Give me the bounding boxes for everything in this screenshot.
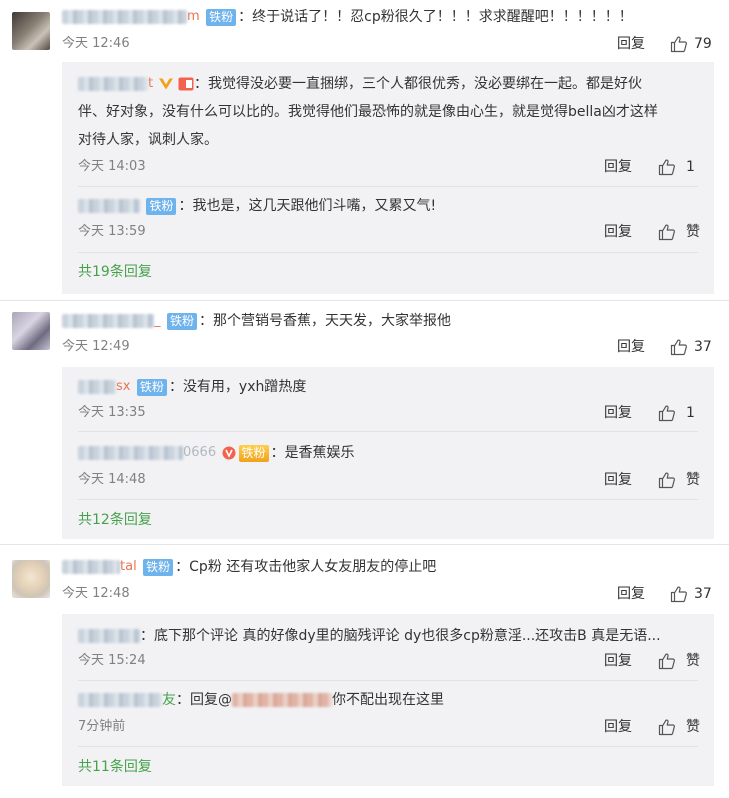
reply-text: t ：我觉得没必要一直捆绑，三个人都很优秀，没必要绑在一起。都是好伙	[78, 72, 700, 96]
username-blurred[interactable]	[78, 199, 140, 213]
like-button[interactable]: 37	[670, 337, 712, 357]
reply-text: 友：回复@ 你不配出现在这里	[78, 688, 700, 712]
username-tail[interactable]: 友	[162, 692, 176, 708]
like-count: 1	[686, 405, 695, 421]
reply-text-cont: 伴、好对象，没有什么可以比的。我觉得他们最恐怖的就是像由心生，就是觉得bella…	[78, 104, 658, 120]
username-blurred[interactable]	[78, 380, 116, 394]
reply-time: 7分钟前	[78, 719, 126, 734]
more-replies-link[interactable]: 共12条回复	[78, 510, 152, 530]
reply-time: 今天 13:35	[78, 405, 146, 420]
avatar[interactable]	[12, 560, 50, 598]
reply-text: ：底下那个评论 真的好像dy里的脑残评论 dy也很多cp粉意淫...还攻击B 真…	[78, 624, 700, 648]
divider	[78, 680, 698, 681]
reply-button[interactable]: 回复	[604, 157, 632, 177]
divider	[78, 252, 698, 253]
reply-button[interactable]: 回复	[604, 470, 632, 490]
comment-text: 终于说话了！！忍cp粉很久了！！！求求醒醒吧！！！！！！	[252, 9, 633, 25]
comment-time: 今天 12:48	[62, 586, 130, 601]
comment: tal 铁粉 ：Cp粉 还有攻击他家人女友朋友的停止吧 今天 12:48 回复 3…	[0, 544, 729, 798]
username-blurred[interactable]	[78, 629, 140, 643]
like-label: 赞	[686, 224, 700, 240]
reply-button[interactable]: 回复	[604, 717, 632, 737]
like-label: 赞	[686, 653, 700, 669]
like-label: 赞	[686, 719, 700, 735]
thumbs-up-icon	[658, 405, 675, 422]
thumbs-up-icon	[658, 719, 675, 736]
comment-text: 那个营销号香蕉，天天发，大家举报他	[212, 313, 451, 329]
reply-time: 今天 13:59	[78, 224, 146, 239]
username-blurred[interactable]	[78, 693, 162, 707]
username-blurred[interactable]	[78, 446, 183, 460]
username-blurred[interactable]	[62, 560, 120, 574]
more-replies-link[interactable]: 共19条回复	[78, 262, 152, 282]
reply-button[interactable]: 回复	[604, 651, 632, 671]
comment-line: _ 铁粉 ：那个营销号香蕉，天天发，大家举报他	[62, 310, 719, 332]
like-button[interactable]: 1	[658, 403, 695, 423]
username-tail[interactable]: m	[187, 9, 200, 24]
reply-button[interactable]: 回复	[617, 337, 645, 357]
divider	[78, 499, 698, 500]
avatar[interactable]	[12, 12, 50, 50]
comment: _ 铁粉 ：那个营销号香蕉，天天发，大家举报他 今天 12:49 回复 37 sx…	[0, 300, 729, 544]
vip-badge-icon	[178, 77, 194, 91]
like-button[interactable]: 1	[658, 157, 695, 177]
replies-panel: ：底下那个评论 真的好像dy里的脑残评论 dy也很多cp粉意淫...还攻击B 真…	[62, 614, 714, 786]
more-replies-link[interactable]: 共11条回复	[78, 757, 152, 777]
thumbs-up-icon	[658, 653, 675, 670]
like-button[interactable]: 赞	[658, 717, 700, 737]
like-button[interactable]: 赞	[658, 470, 700, 490]
divider	[78, 431, 698, 432]
replies-panel: t ：我觉得没必要一直捆绑，三个人都很优秀，没必要绑在一起。都是好伙 伴、好对象…	[62, 62, 714, 294]
avatar[interactable]	[12, 312, 50, 350]
username-blurred[interactable]	[62, 10, 187, 24]
fan-badge[interactable]: 铁粉	[146, 197, 177, 215]
thumbs-up-icon	[658, 159, 675, 176]
reply-text: 0666 铁粉 ：是香蕉娱乐	[78, 441, 700, 465]
reply-button[interactable]: 回复	[617, 584, 645, 604]
replies-panel: sx 铁粉 ：没有用，yxh蹭热度 今天 13:35 回复 1 0666 铁粉 ：是…	[62, 367, 714, 539]
reply-text: sx 铁粉 ：没有用，yxh蹭热度	[78, 375, 700, 399]
fan-badge[interactable]: 铁粉	[143, 558, 174, 576]
like-button[interactable]: 79	[670, 34, 712, 54]
reply-button[interactable]: 回复	[617, 34, 645, 54]
reply-time: 今天 14:48	[78, 472, 146, 487]
comment-time: 今天 12:49	[62, 339, 130, 354]
thumbs-up-icon	[670, 586, 687, 603]
fan-badge[interactable]: 铁粉	[136, 378, 167, 396]
like-count: 1	[686, 159, 695, 175]
comment-line: m 铁粉 ：终于说话了！！忍cp粉很久了！！！求求醒醒吧！！！！！！	[62, 6, 719, 28]
reply-button[interactable]: 回复	[604, 403, 632, 423]
reply-time: 今天 15:24	[78, 653, 146, 668]
comment-text: Cp粉 还有攻击他家人女友朋友的停止吧	[189, 559, 437, 575]
divider	[78, 746, 698, 747]
verified-v-icon	[158, 78, 173, 90]
fan-badge[interactable]: 铁粉	[206, 8, 237, 26]
comment-line: tal 铁粉 ：Cp粉 还有攻击他家人女友朋友的停止吧	[62, 556, 719, 578]
vip-badge-icon	[222, 446, 236, 460]
like-count: 37	[694, 586, 712, 602]
username-blurred[interactable]	[78, 77, 148, 91]
reply-button[interactable]: 回复	[604, 222, 632, 242]
like-count: 79	[694, 36, 712, 52]
reply-text: 铁粉 ：我也是，这几天跟他们斗嘴，又累又气!	[78, 194, 700, 218]
divider	[78, 186, 698, 187]
like-count: 37	[694, 339, 712, 355]
like-button[interactable]: 37	[670, 584, 712, 604]
fan-badge[interactable]: 铁粉	[166, 312, 197, 330]
thumbs-up-icon	[658, 472, 675, 489]
mention-blurred[interactable]	[232, 693, 332, 707]
fan-badge[interactable]: 铁粉	[238, 444, 269, 462]
thumbs-up-icon	[670, 339, 687, 356]
thumbs-up-icon	[670, 36, 687, 53]
comment-time: 今天 12:46	[62, 36, 130, 51]
like-button[interactable]: 赞	[658, 222, 700, 242]
reply-text-cont: 对待人家，讽刺人家。	[78, 132, 218, 148]
reply-time: 今天 14:03	[78, 159, 146, 174]
comment: m 铁粉 ：终于说话了！！忍cp粉很久了！！！求求醒醒吧！！！！！！ 今天 12:…	[0, 0, 729, 300]
username-blurred[interactable]	[62, 314, 154, 328]
like-label: 赞	[686, 472, 700, 488]
thumbs-up-icon	[658, 224, 675, 241]
like-button[interactable]: 赞	[658, 651, 700, 671]
